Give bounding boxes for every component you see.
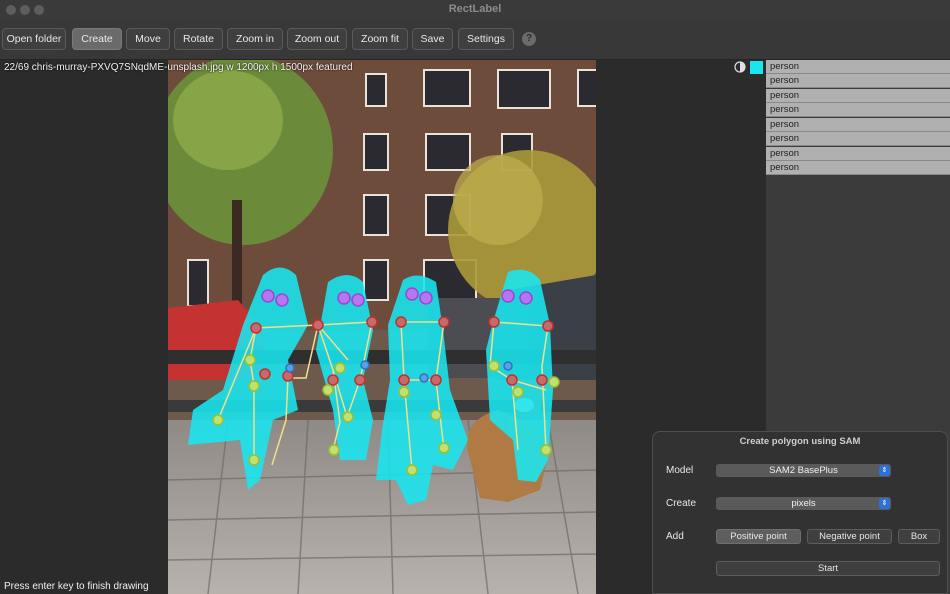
help-icon[interactable]: ? [522,32,536,46]
create-mode-value: pixels [791,498,816,509]
move-button[interactable]: Move [126,28,170,50]
annotated-photo [168,60,596,594]
settings-button[interactable]: Settings [458,28,514,50]
box-button[interactable]: Box [898,529,940,544]
label-list-item[interactable]: person [766,147,950,161]
add-label: Add [666,531,684,542]
label-list-item[interactable]: person [766,74,950,88]
chevron-updown-icon: ⇕ [879,465,890,476]
zoom-in-button[interactable]: Zoom in [227,28,283,50]
drawing-hint-text: Press enter key to finish drawing [4,581,149,592]
model-label: Model [666,465,694,476]
image-info-text: 22/69 chris-murray-PXVQ7SNqdME-unsplash.… [4,62,353,73]
canvas-margin-left [0,60,168,594]
negative-point-button[interactable]: Negative point [807,529,892,544]
label-list-item[interactable]: person [766,161,950,175]
model-select-value: SAM2 BasePlus [769,465,838,476]
create-mode-select[interactable]: pixels ⇕ [716,497,891,510]
model-select[interactable]: SAM2 BasePlus ⇕ [716,464,891,477]
label-list-item[interactable]: person [766,132,950,146]
chevron-updown-icon: ⇕ [879,498,890,509]
label-list-item[interactable]: person [766,89,950,103]
label-list-item[interactable]: person [766,118,950,132]
label-list-item[interactable]: person [766,103,950,117]
zoom-fit-button[interactable]: Zoom fit [352,28,408,50]
label-color-swatch[interactable] [750,61,763,74]
sam-panel-title: Create polygon using SAM [739,436,861,447]
start-button[interactable]: Start [716,561,940,576]
toolbar: Open folder Create Move Rotate Zoom in Z… [0,20,950,60]
label-list-item[interactable]: person [766,60,950,74]
create-button[interactable]: Create [72,28,122,50]
contrast-icon[interactable] [734,61,746,73]
save-button[interactable]: Save [412,28,453,50]
zoom-out-button[interactable]: Zoom out [287,28,347,50]
positive-point-button[interactable]: Positive point [716,529,801,544]
window-titlebar: RectLabel [0,0,950,21]
rotate-button[interactable]: Rotate [174,28,223,50]
sam-polygon-panel: Create polygon using SAM Model SAM2 Base… [652,431,948,594]
image-canvas[interactable] [168,60,596,594]
window-title: RectLabel [448,3,502,15]
open-folder-button[interactable]: Open folder [2,28,66,50]
create-label: Create [666,498,697,509]
